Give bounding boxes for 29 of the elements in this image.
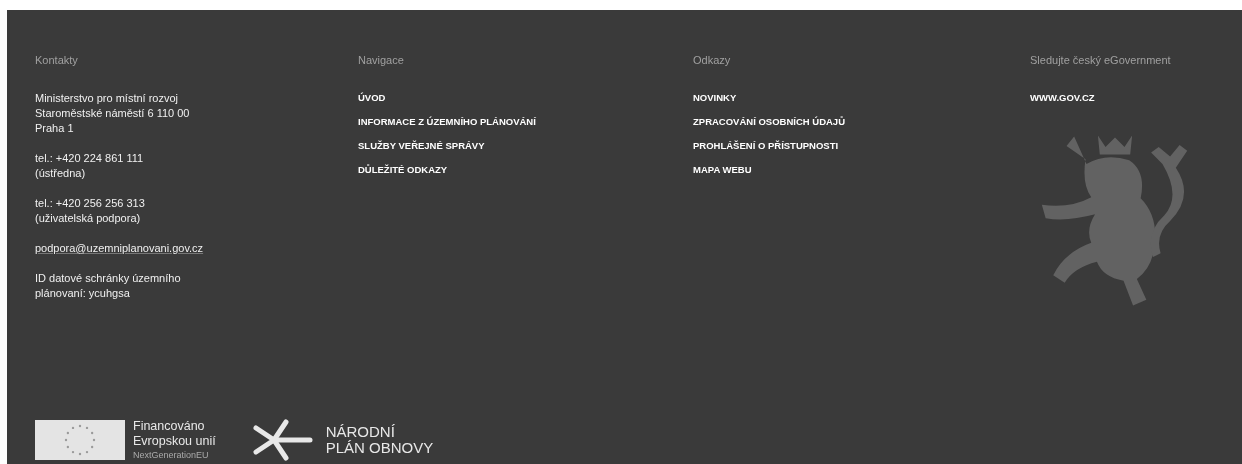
footer-link[interactable]: ZPRACOVÁNÍ OSOBNÍCH ÚDAJŮ: [693, 115, 845, 129]
contact-text: tel.: +420 224 861 111: [35, 151, 144, 166]
contact-text: Ministerstvo pro místní rozvoj: [35, 91, 179, 106]
email-link[interactable]: podpora@uzemniplanovani.gov.cz: [35, 241, 204, 256]
nav-link[interactable]: DŮLEŽITÉ ODKAZY: [358, 163, 448, 177]
contact-text: plánovaní: ycuhgsa: [35, 286, 130, 301]
contact-text: Praha 1: [35, 121, 74, 136]
contact-text: Staroměstské náměstí 6 110 00: [35, 106, 190, 121]
nav-link[interactable]: SLUŽBY VEŘEJNÉ SPRÁVY: [358, 139, 485, 153]
footer-link[interactable]: NOVINKY: [693, 91, 737, 105]
footer-link[interactable]: MAPA WEBU: [693, 163, 752, 177]
logo-text: PLÁN OBNOVY: [325, 440, 434, 456]
nav-link[interactable]: INFORMACE Z ÚZEMNÍHO PLÁNOVÁNÍ: [358, 115, 536, 129]
logo-text: Financováno: [133, 419, 206, 434]
column-heading: Kontakty: [35, 54, 78, 66]
logo-text: Evropskou unií: [133, 434, 216, 449]
contact-text: ID datové schránky územního: [35, 271, 181, 286]
logo-text: NÁRODNÍ: [325, 424, 396, 440]
column-heading: Sledujte český eGovernment: [1030, 54, 1171, 66]
column-heading: Navigace: [358, 54, 404, 66]
contact-text: (uživatelská podpora): [35, 211, 141, 226]
website-link[interactable]: WWW.GOV.CZ: [1030, 91, 1095, 105]
nav-link[interactable]: ÚVOD: [358, 91, 386, 105]
footer-link[interactable]: PROHLÁŠENÍ O PŘÍSTUPNOSTI: [693, 139, 839, 153]
eu-flag-icon: [35, 420, 125, 460]
contact-text: tel.: +420 256 256 313: [35, 196, 145, 211]
contact-text: (ústředna): [35, 166, 86, 181]
column-heading: Odkazy: [693, 54, 731, 66]
logo-caption: NextGenerationEU: [133, 449, 210, 461]
